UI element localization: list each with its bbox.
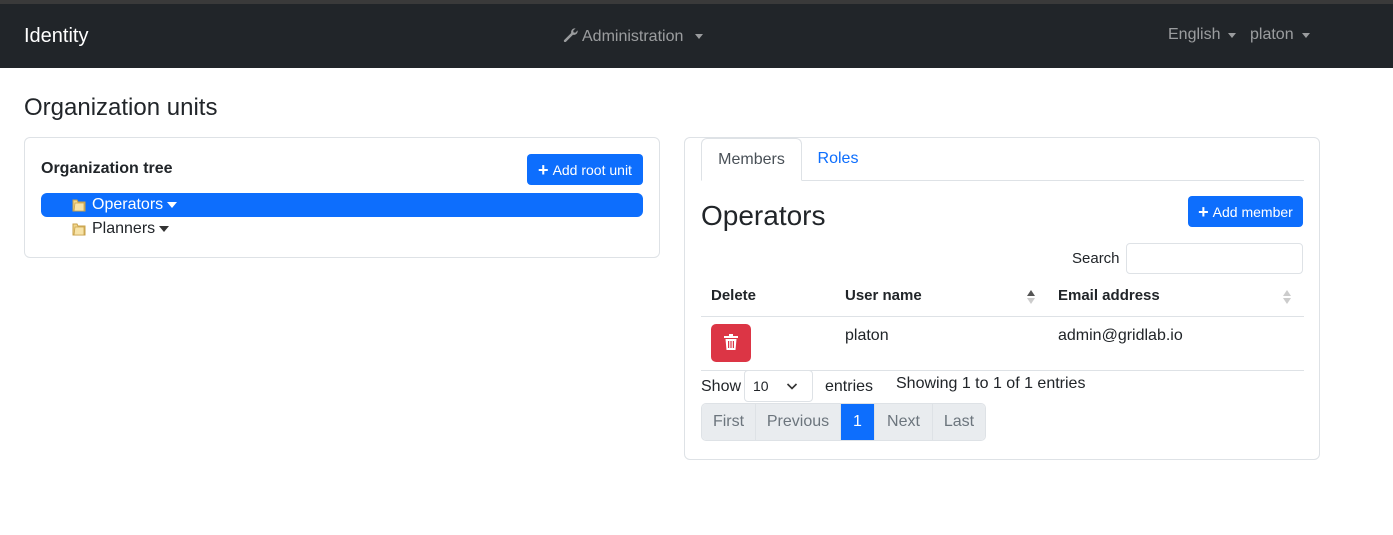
- tree-item-label: Operators: [92, 196, 164, 213]
- tree-item-label: Planners: [92, 220, 156, 237]
- administration-label: Administration: [582, 27, 684, 45]
- trash-icon: [724, 333, 738, 353]
- chevron-down-icon: [695, 34, 704, 39]
- caret-down-icon[interactable]: [167, 202, 178, 208]
- pagination: First Previous 1 Next Last: [701, 403, 986, 441]
- members-table-header: Delete User name Email address: [701, 278, 1304, 317]
- column-delete: Delete: [711, 287, 757, 304]
- search-label: Search: [1072, 250, 1120, 267]
- unit-details-card: Members Roles Operators + Add member Sea…: [684, 137, 1320, 460]
- page-title: Organization units: [24, 94, 218, 121]
- brand-link[interactable]: Identity: [24, 25, 88, 48]
- language-menu[interactable]: English: [1168, 26, 1237, 44]
- page-previous-button[interactable]: Previous: [756, 404, 841, 440]
- tab-members[interactable]: Members: [701, 138, 802, 181]
- tab-roles[interactable]: Roles: [802, 138, 874, 180]
- search-input[interactable]: [1126, 243, 1303, 274]
- folder-icon: [72, 223, 86, 236]
- add-root-unit-button[interactable]: + Add root unit: [527, 154, 643, 185]
- administration-menu[interactable]: Administration: [562, 26, 704, 47]
- chevron-down-icon: [1228, 32, 1237, 38]
- delete-member-button[interactable]: [711, 324, 751, 362]
- page-length-value: 10: [753, 378, 769, 394]
- plus-icon: +: [538, 159, 549, 180]
- sort-ascending-icon[interactable]: [1026, 288, 1036, 306]
- language-label: English: [1168, 26, 1221, 43]
- chevron-down-icon: [1301, 32, 1310, 38]
- caret-down-icon[interactable]: [159, 226, 170, 232]
- user-name-cell: platon: [845, 327, 889, 344]
- user-label: platon: [1250, 26, 1294, 43]
- email-cell: admin@gridlab.io: [1058, 327, 1183, 344]
- show-label: Show: [701, 378, 742, 395]
- folder-icon: [72, 199, 86, 212]
- add-root-unit-label: Add root unit: [552, 161, 632, 178]
- organization-tree-title: Organization tree: [41, 160, 173, 177]
- column-email-address[interactable]: Email address: [1058, 287, 1160, 304]
- table-row: platon admin@gridlab.io: [701, 316, 1304, 371]
- add-member-label: Add member: [1212, 203, 1293, 220]
- page-length-select[interactable]: 10: [744, 370, 813, 402]
- tab-bar: Members Roles: [701, 138, 1304, 181]
- page-last-button[interactable]: Last: [933, 404, 985, 440]
- add-member-button[interactable]: + Add member: [1188, 196, 1303, 227]
- wrench-icon: [562, 26, 578, 47]
- chevron-down-icon: [786, 379, 798, 395]
- plus-icon: +: [1198, 201, 1209, 222]
- table-info: Showing 1 to 1 of 1 entries: [896, 375, 1086, 392]
- organization-tree-card: Organization tree + Add root unit Operat…: [24, 137, 660, 258]
- sort-icon[interactable]: [1282, 288, 1292, 306]
- tree-item-planners[interactable]: Planners: [41, 217, 643, 241]
- page-1-button[interactable]: 1: [841, 404, 875, 440]
- unit-title: Operators: [701, 200, 826, 231]
- navbar: Identity Administration English platon: [0, 4, 1393, 68]
- tree-item-operators[interactable]: Operators: [41, 193, 643, 217]
- column-user-name[interactable]: User name: [845, 287, 922, 304]
- page-first-button[interactable]: First: [702, 404, 756, 440]
- page-next-button[interactable]: Next: [875, 404, 933, 440]
- entries-label: entries: [825, 378, 874, 395]
- user-menu[interactable]: platon: [1250, 26, 1310, 44]
